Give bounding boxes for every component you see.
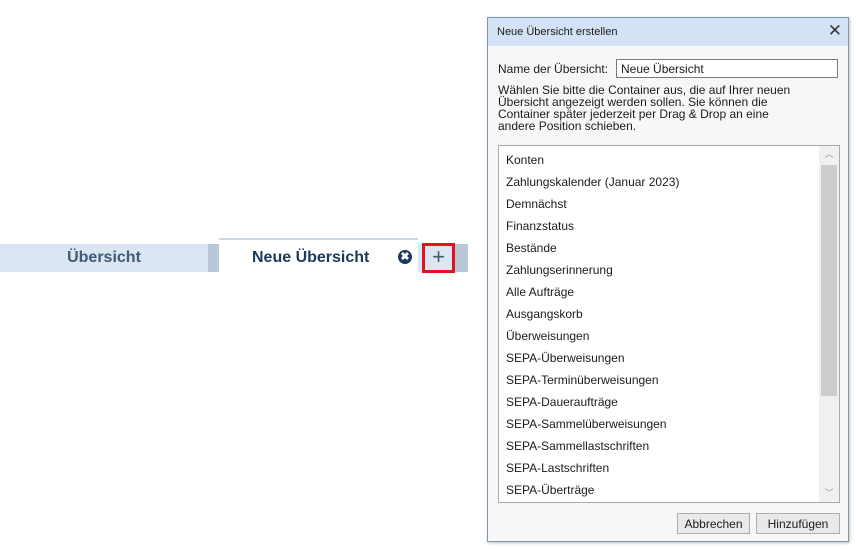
cancel-button[interactable]: Abbrechen — [677, 513, 750, 534]
dialog-body: Name der Übersicht: Wählen Sie bitte die… — [488, 46, 848, 541]
instructions-text: Wählen Sie bitte die Container aus, die … — [498, 84, 818, 132]
add-tab-button[interactable]: + — [422, 243, 455, 273]
list-scrollbar[interactable]: ︿ ﹀ — [819, 146, 839, 502]
scroll-up-icon[interactable]: ︿ — [819, 146, 839, 163]
name-label: Name der Übersicht: — [498, 62, 609, 76]
dialog-title: Neue Übersicht erstellen — [497, 26, 618, 38]
add-button[interactable]: Hinzufügen — [756, 513, 840, 534]
list-item[interactable]: Demnächst — [499, 193, 819, 215]
dialog-titlebar: Neue Übersicht erstellen ✕ — [488, 18, 848, 46]
tab-label: Neue Übersicht — [252, 249, 370, 266]
scroll-down-icon[interactable]: ﹀ — [819, 485, 839, 502]
list-item[interactable]: SEPA-Überträge — [499, 479, 819, 501]
tab-neue-uebersicht[interactable]: Neue Übersicht ✖ — [219, 238, 418, 272]
container-list[interactable]: Konten Zahlungskalender (Januar 2023) Demn… — [498, 145, 840, 503]
list-item[interactable]: SEPA-Sammelüberweisungen — [499, 413, 819, 435]
list-item[interactable]: Zahlungskalender (Januar 2023) — [499, 171, 819, 193]
tab-uebersicht[interactable]: Übersicht — [0, 244, 208, 272]
list-item[interactable]: Konten — [499, 149, 819, 171]
tab-divider — [455, 244, 468, 272]
tab-label: Übersicht — [67, 249, 141, 266]
list-item[interactable]: Überweisungen — [499, 325, 819, 347]
container-list-items: Konten Zahlungskalender (Januar 2023) Demn… — [499, 149, 819, 501]
close-icon[interactable]: ✕ — [828, 21, 842, 41]
instructions-line: andere Position schieben. — [498, 119, 637, 133]
create-overview-dialog: Neue Übersicht erstellen ✕ Name der Über… — [487, 17, 849, 542]
close-tab-icon[interactable]: ✖ — [398, 250, 412, 264]
list-item[interactable]: SEPA-Terminüberweisungen — [499, 369, 819, 391]
list-item[interactable]: Finanzstatus — [499, 215, 819, 237]
list-item[interactable]: Bestände — [499, 237, 819, 259]
list-item[interactable]: Alle Aufträge — [499, 281, 819, 303]
list-item[interactable]: Zahlungserinnerung — [499, 259, 819, 281]
list-item[interactable]: SEPA-Sammellastschriften — [499, 435, 819, 457]
list-item[interactable]: SEPA-Lastschriften — [499, 457, 819, 479]
tab-strip: Übersicht Neue Übersicht ✖ + — [0, 238, 468, 273]
name-input[interactable] — [616, 59, 838, 78]
list-item[interactable]: SEPA-Überweisungen — [499, 347, 819, 369]
tab-divider — [208, 244, 219, 272]
list-item[interactable]: SEPA-Daueraufträge — [499, 391, 819, 413]
scroll-thumb[interactable] — [821, 165, 837, 396]
list-item[interactable]: Ausgangskorb — [499, 303, 819, 325]
